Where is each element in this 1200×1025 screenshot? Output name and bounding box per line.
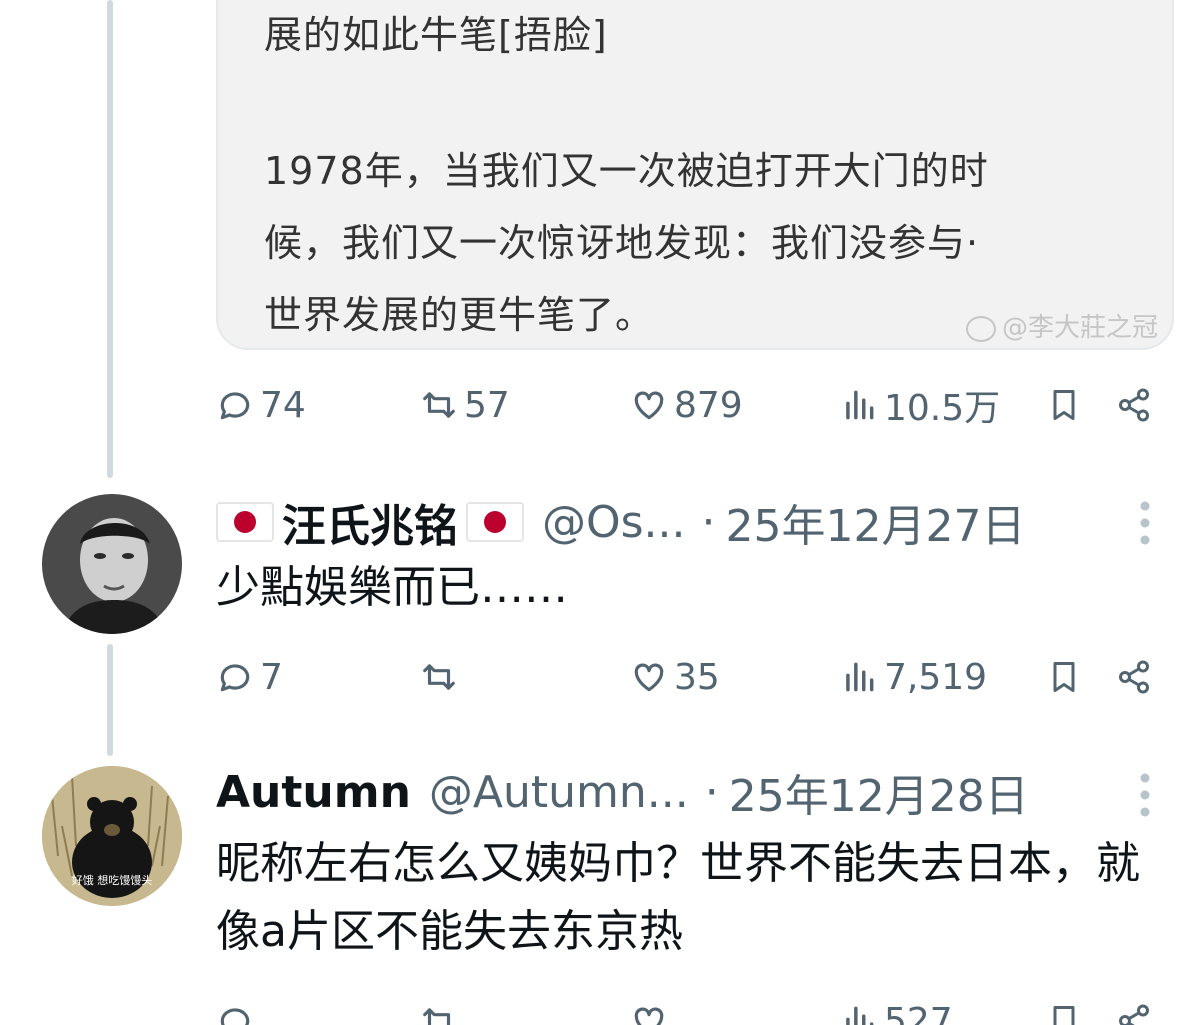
bookmark-button[interactable] [1046,386,1082,424]
quote-line: 候，我们又一次惊讶地发现：我们没参与· [264,221,980,265]
user-handle[interactable]: @Os... [542,497,686,548]
like-icon [634,663,664,692]
quote-line: 1978年，当我们又一次被迫打开大门的时 [264,149,989,193]
quote-line: 展的如此牛笔[捂脸] [264,13,608,57]
views-icon [846,662,874,692]
reply-thread: 展的如此牛笔[捂脸] 1978年，当我们又一次被迫打开大门的时 候，我们又一次惊… [0,0,1200,1025]
tweet-actions: 7 35 7,519 [216,652,1176,702]
views-button[interactable]: 10.5万 [840,380,1000,430]
separator: · [704,766,719,818]
reply-button[interactable]: 7 [216,652,283,702]
reply-icon [220,392,250,420]
tweet-text: 少點娛樂而已…… [216,562,568,613]
views-count: 527 [884,1000,953,1025]
tweet-text: 昵称左右怎么又姨妈巾？世界不能失去日本，就像a片区不能失去东京热 [216,838,1140,957]
quoted-image[interactable]: 展的如此牛笔[捂脸] 1978年，当我们又一次被迫打开大门的时 候，我们又一次惊… [216,0,1174,350]
share-icon [1119,1004,1149,1025]
quote-line: 世界发展的更牛笔了。 [264,293,655,337]
japan-flag-icon [466,502,524,542]
share-icon [1119,660,1149,694]
tweet-date[interactable]: 25年12月27日 [726,490,1026,554]
retweet-icon [423,392,455,418]
tweet-actions: 527 [216,996,1176,1025]
bookmark-icon [1053,662,1075,692]
weibo-icon [965,315,996,342]
retweet-button[interactable] [420,996,464,1025]
retweet-count: 57 [464,384,510,426]
bookmark-icon [1053,390,1075,420]
views-icon [846,390,874,420]
thread-line [107,0,113,478]
share-button[interactable] [1116,658,1152,696]
reply-icon [220,664,250,692]
tweet-actions: 74 57 879 10.5万 [216,380,1176,430]
more-button[interactable] [1130,770,1160,820]
watermark-text: @李大莊之冠 [1001,313,1158,343]
reply-icon [220,1008,250,1025]
avatar-caption: 好饿 想吃馒馒头 [72,873,153,887]
reply-count: 7 [260,656,283,698]
reply-button[interactable] [216,996,260,1025]
reply-count: 74 [260,384,306,426]
share-button[interactable] [1116,1002,1152,1025]
retweet-button[interactable]: 57 [420,380,510,430]
more-icon [1140,501,1150,545]
reply-button[interactable]: 74 [216,380,306,430]
more-icon [1140,773,1150,817]
reply-header: 汪氏兆铭 @Os... · 25年12月27日 [216,492,1025,552]
retweet-icon [423,1008,451,1025]
avatar[interactable]: 好饿 想吃馒馒头 [42,766,182,906]
avatar-photo: 好饿 想吃馒馒头 [42,766,182,906]
views-icon [846,1006,874,1025]
separator: · [701,496,716,548]
japan-flag-icon [216,502,274,542]
views-count: 7,519 [884,656,988,698]
like-count: 879 [674,384,743,426]
like-icon [634,1007,664,1025]
like-count: 35 [674,656,720,698]
watermark: @李大莊之冠 [965,307,1158,344]
display-name[interactable]: 汪氏兆铭 [282,490,458,554]
share-button[interactable] [1116,386,1152,424]
more-button[interactable] [1130,498,1160,548]
avatar-photo [42,494,182,634]
bookmark-icon [1053,1006,1075,1025]
thread-line [107,644,113,756]
like-button[interactable]: 879 [630,380,743,430]
bookmark-button[interactable] [1046,1002,1082,1025]
views-button[interactable]: 527 [840,996,953,1025]
like-button[interactable] [630,996,674,1025]
share-icon [1119,388,1149,422]
avatar[interactable] [42,494,182,634]
reply-header: Autumn @Autumn... · 25年12月28日 [216,760,1029,824]
like-icon [634,391,664,420]
display-name[interactable]: Autumn [216,767,411,818]
user-handle[interactable]: @Autumn... [429,767,689,818]
retweet-button[interactable] [420,652,464,702]
views-button[interactable]: 7,519 [840,652,987,702]
like-button[interactable]: 35 [630,652,720,702]
bookmark-button[interactable] [1046,658,1082,696]
tweet-date[interactable]: 25年12月28日 [729,760,1029,824]
retweet-icon [423,664,455,690]
views-count: 10.5万 [884,388,1001,429]
